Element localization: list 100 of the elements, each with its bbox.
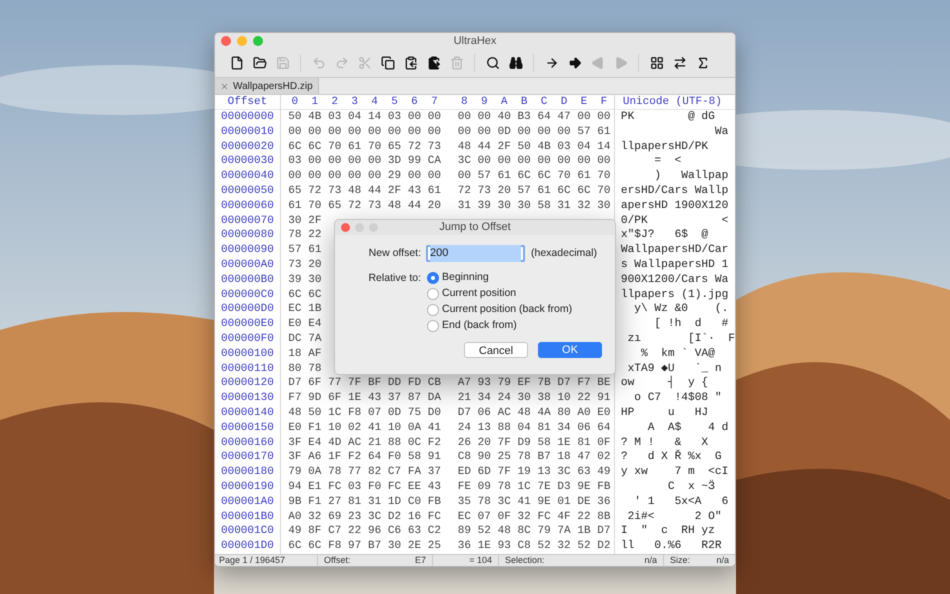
hex-byte: 00 [536,154,552,170]
hex-byte: A7 [456,376,472,392]
text-cell-text: o C7 !4$08 " [633,391,723,406]
close-icon[interactable] [221,36,231,46]
hex-byte: 37 [426,465,442,480]
hex-byte: 32 [556,539,572,554]
hex-byte: 3C [496,494,512,510]
hex-byte: 00 [426,124,442,140]
hex-byte: 70 [307,198,322,214]
hex-byte: 97 [347,539,362,554]
hex-byte: 7A [307,332,322,347]
radio-button[interactable] [427,288,439,300]
hex-byte: 36 [596,494,612,510]
radio-option[interactable]: Current position [427,286,572,302]
hex-byte: 20 [307,258,322,273]
status-value: E7 [414,554,426,566]
radio-button[interactable] [427,320,439,332]
hex-byte: 00 [287,124,302,140]
hex-byte: AC [496,406,512,421]
hex-byte: 48 [496,524,512,540]
hex-byte: 00 [327,169,342,184]
hex-byte: 00 [536,124,552,140]
hex-byte: 63 [576,465,592,480]
hex-byte: FD [406,376,422,392]
hex-byte: 00 [476,154,492,170]
radio-option[interactable]: Current position (back from) [427,302,572,318]
offset-field[interactable]: 200 [426,245,525,262]
offset-cell-text: 00000030 [220,154,275,170]
hex-byte: 1B [576,524,592,540]
hex-byte: 18 [556,450,572,466]
hex-byte: 31 [366,494,382,510]
hex-byte: C0 [406,494,422,510]
hex-byte: 30 [386,539,402,554]
close-icon[interactable] [220,82,229,91]
hex-byte: 7A [556,524,572,540]
hex-byte: 49 [596,465,612,480]
hex-byte: 43 [406,184,422,199]
hex-byte: 03 [287,154,302,170]
hex-byte: 31 [556,198,572,214]
radio-option[interactable]: End (back from) [427,318,572,334]
hex-byte: 0F [496,510,512,524]
hex-byte: 6C [287,288,302,302]
hex-byte: ED [456,465,472,480]
hex-byte: 00 [386,124,402,140]
text-cell-text: x"$J? 6$ @ [620,228,710,244]
hex-byte: 00 [406,169,422,184]
ok-button[interactable]: OK [538,342,602,358]
hex-byte: F0 [386,450,402,466]
hex-byte: 65 [327,198,342,214]
status-value: n/a [716,554,729,566]
hex-byte: 78 [327,465,342,480]
status-label: Selection: [505,554,545,566]
hex-byte: F0 [366,480,382,495]
hex-byte: FB [426,494,442,510]
offset-cell-text: 000000E0 [220,317,275,332]
hex-byte: A0 [287,510,302,524]
hex-byte: 00 [576,154,592,170]
offset-cell-text: 000000D0 [220,302,275,318]
window-title: UltraHex [454,34,496,49]
hex-byte: 93 [496,539,512,554]
hex-byte: 57 [476,169,492,184]
hex-byte: 47 [576,450,592,466]
hex-byte: 3D [386,154,402,170]
hex-byte: 57 [287,243,302,258]
hex-byte: C6 [386,524,402,540]
hex-byte: 00 [476,110,492,125]
cancel-button[interactable]: Cancel [464,342,528,358]
hex-byte: FC [536,510,552,524]
hex-byte: 00 [596,110,612,125]
maximize-icon[interactable] [253,36,263,46]
text-cell-text: ' 1 5x<A 6 [633,494,730,510]
radio-button[interactable] [427,272,439,284]
close-icon[interactable] [341,223,350,232]
hex-byte: 07 [476,510,492,524]
hex-byte: 20 [496,184,512,199]
hex-byte: 32 [307,510,322,524]
hex-byte: D2 [596,539,612,554]
hex-byte: 6C [307,288,322,302]
column-header: 6 [410,95,419,110]
hex-byte: 88 [386,436,402,450]
trash-icon [450,56,464,70]
hex-byte: 9B [287,494,302,510]
hex-byte: 7F [496,436,512,450]
column-header: 3 [350,95,359,110]
hex-byte: 00 [456,110,472,125]
hex-byte: 32 [516,510,532,524]
radio-button[interactable] [427,304,439,316]
hex-byte: F2 [426,436,442,450]
hint-text: (hexadecimal) [531,246,597,261]
hex-byte: 89 [456,524,472,540]
hex-byte: 3F [287,450,302,466]
file-tab[interactable]: WallpapersHD.zip [215,78,319,94]
text-cell-text: y xw 7 m <cI [620,465,730,480]
text-cell-text: zı [I`· F [626,332,735,347]
hex-byte: 30 [307,272,322,288]
radio-option[interactable]: Beginning [427,270,572,286]
hex-byte: 7F [347,376,362,392]
hex-byte: 02 [596,450,612,466]
text-cell-text: C x ~Ӟ [666,480,716,495]
hex-byte: 1E [347,391,362,406]
